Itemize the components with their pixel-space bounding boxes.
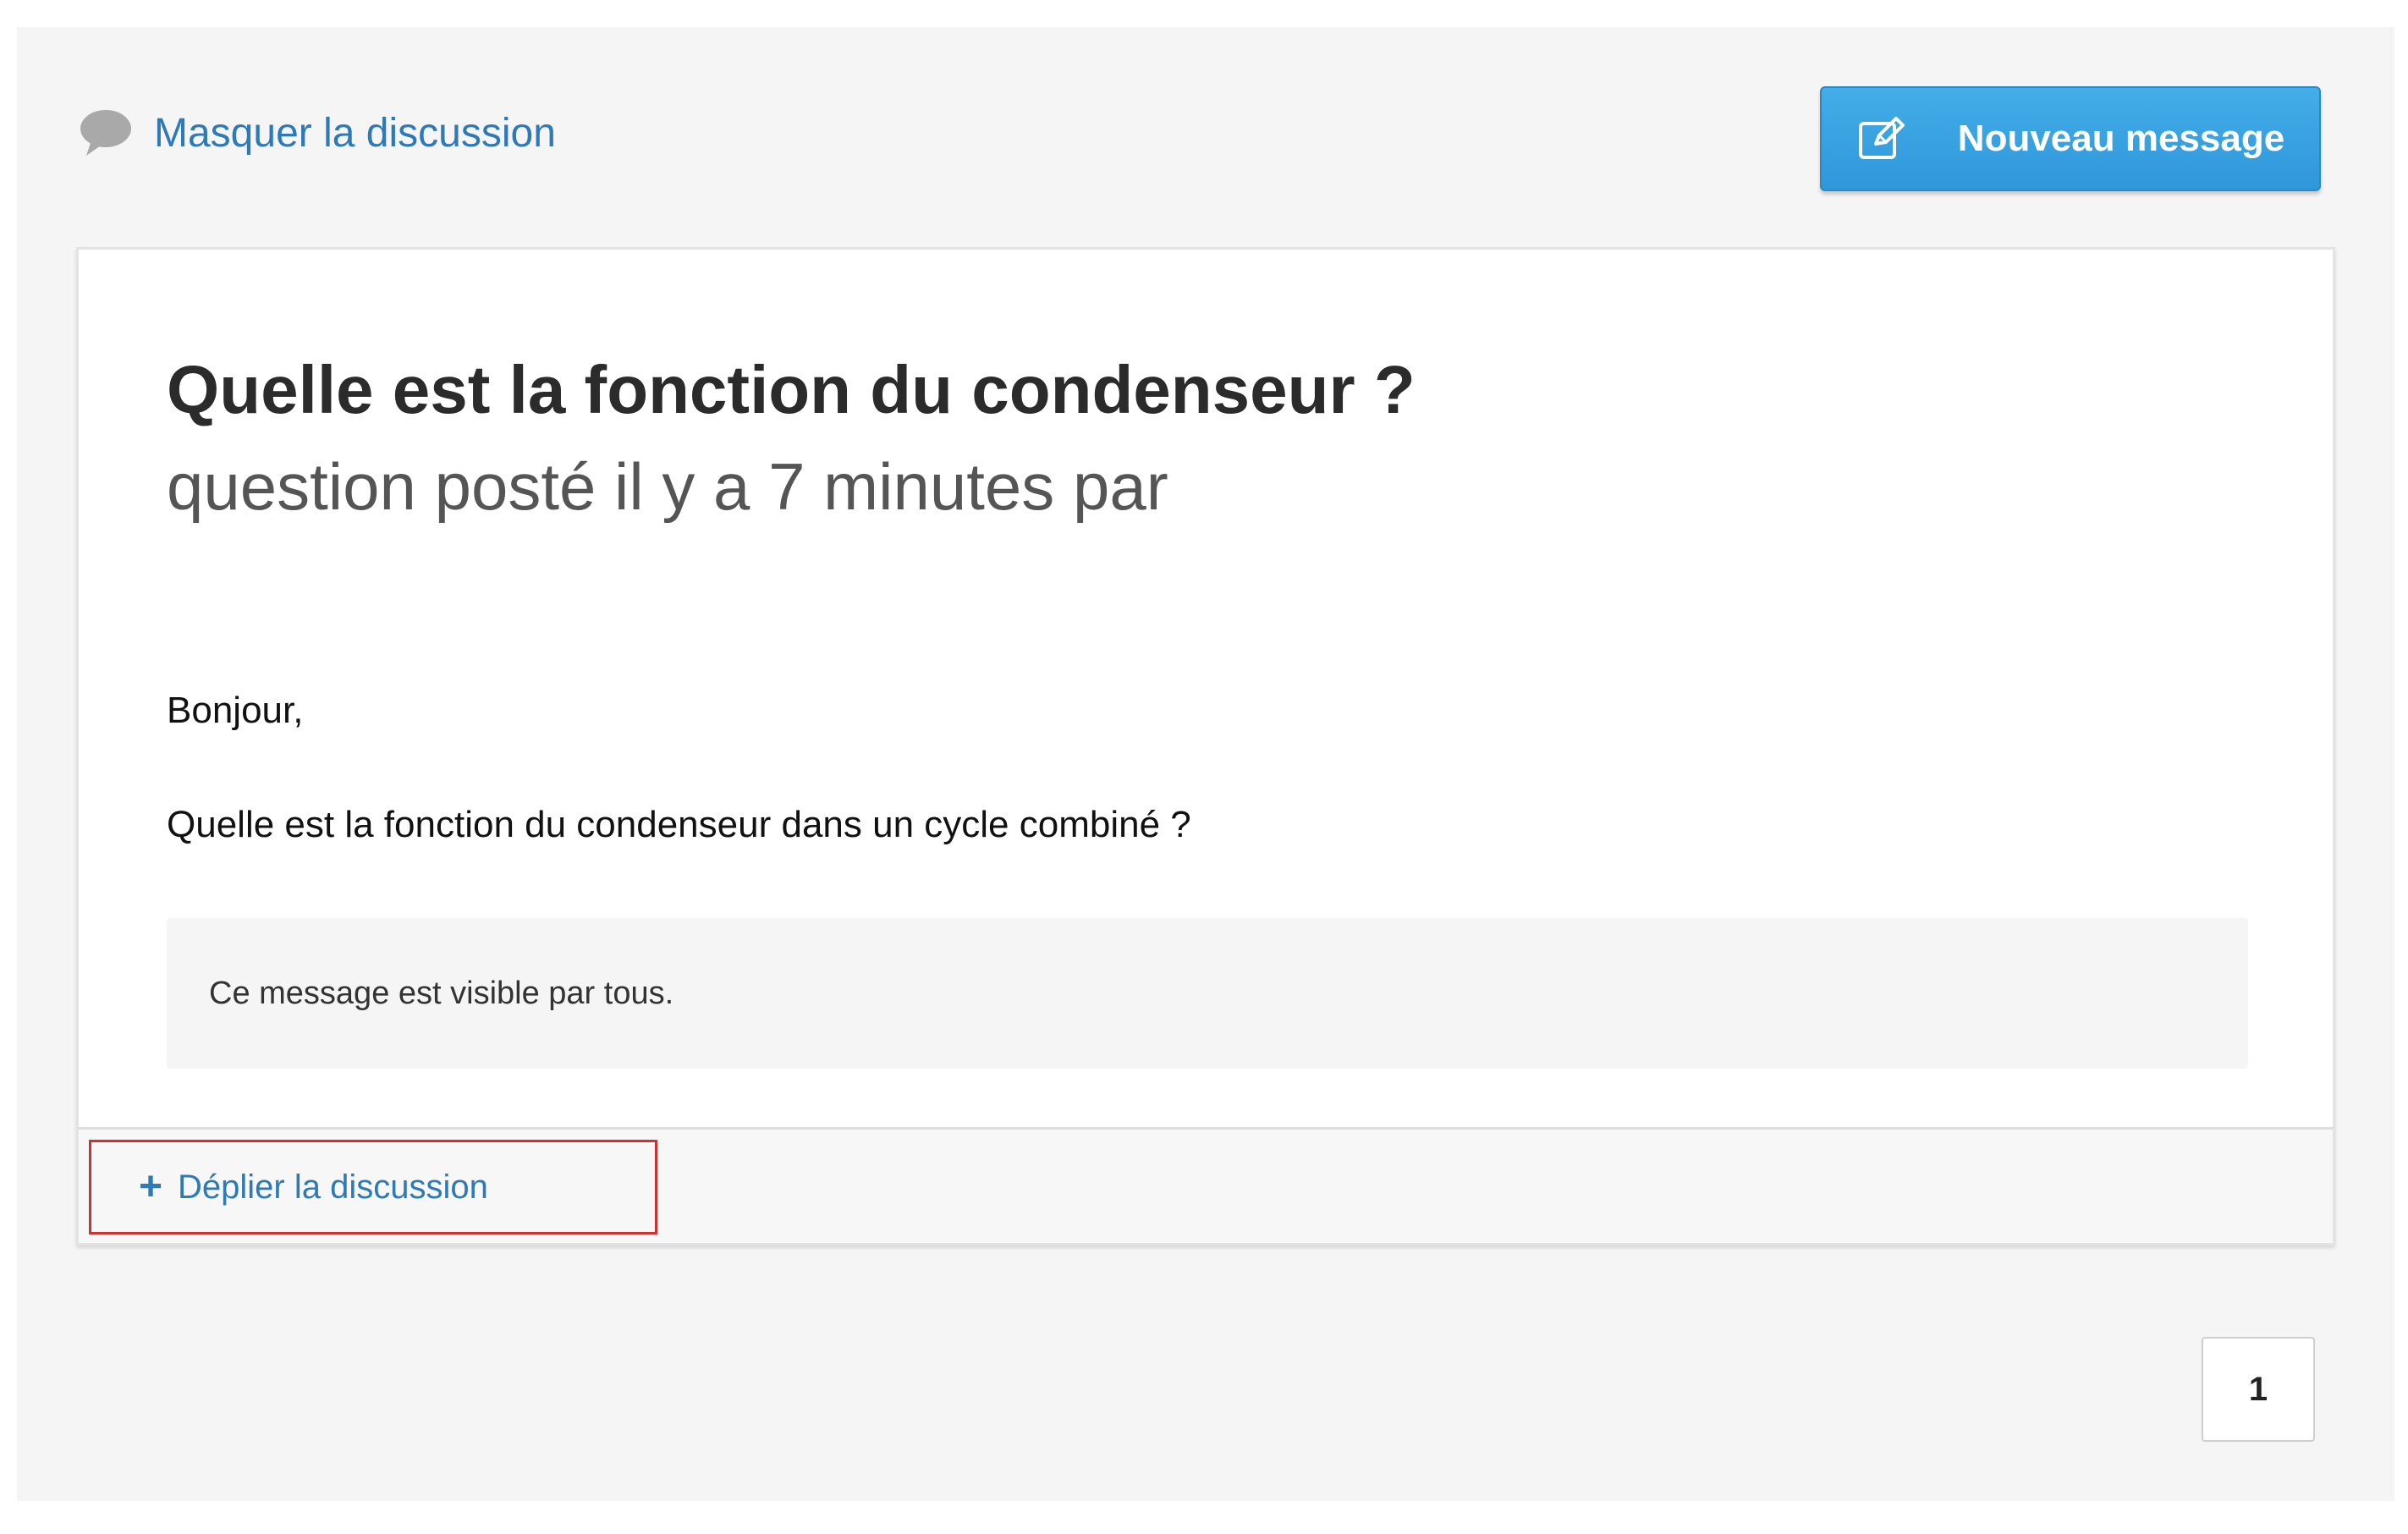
post-greeting: Bonjour, bbox=[167, 690, 304, 731]
new-message-label: Nouveau message bbox=[1957, 118, 2285, 159]
discussion-toolbar: Masquer la discussion Nouveau message bbox=[17, 27, 2394, 247]
post-body: Quelle est la fonction du condenseur ? q… bbox=[79, 250, 2333, 1130]
post-question: Quelle est la fonction du condenseur dan… bbox=[167, 804, 1191, 845]
card-footer: + Déplier la discussion bbox=[79, 1127, 2333, 1243]
hide-discussion-link[interactable]: Masquer la discussion bbox=[76, 103, 556, 162]
speech-bubble-icon bbox=[76, 103, 135, 162]
post-meta: question posté il y a 7 minutes par bbox=[167, 449, 1168, 524]
post-title: Quelle est la fonction du condenseur ? bbox=[167, 352, 1416, 427]
discussion-panel: Masquer la discussion Nouveau message Qu… bbox=[17, 27, 2394, 1501]
visibility-notice-text: Ce message est visible par tous. bbox=[209, 976, 674, 1011]
hide-discussion-label: Masquer la discussion bbox=[154, 110, 556, 156]
expand-discussion-label: Déplier la discussion bbox=[178, 1168, 488, 1206]
expand-discussion-link[interactable]: + Déplier la discussion bbox=[89, 1140, 657, 1234]
visibility-notice: Ce message est visible par tous. bbox=[167, 918, 2248, 1069]
pagination-page-button[interactable]: 1 bbox=[2202, 1337, 2315, 1442]
pencil-edit-icon bbox=[1856, 114, 1905, 163]
discussion-card: Quelle est la fonction du condenseur ? q… bbox=[76, 247, 2335, 1245]
plus-icon: + bbox=[139, 1164, 163, 1209]
page-number: 1 bbox=[2248, 1370, 2268, 1408]
new-message-button[interactable]: Nouveau message bbox=[1820, 86, 2321, 191]
